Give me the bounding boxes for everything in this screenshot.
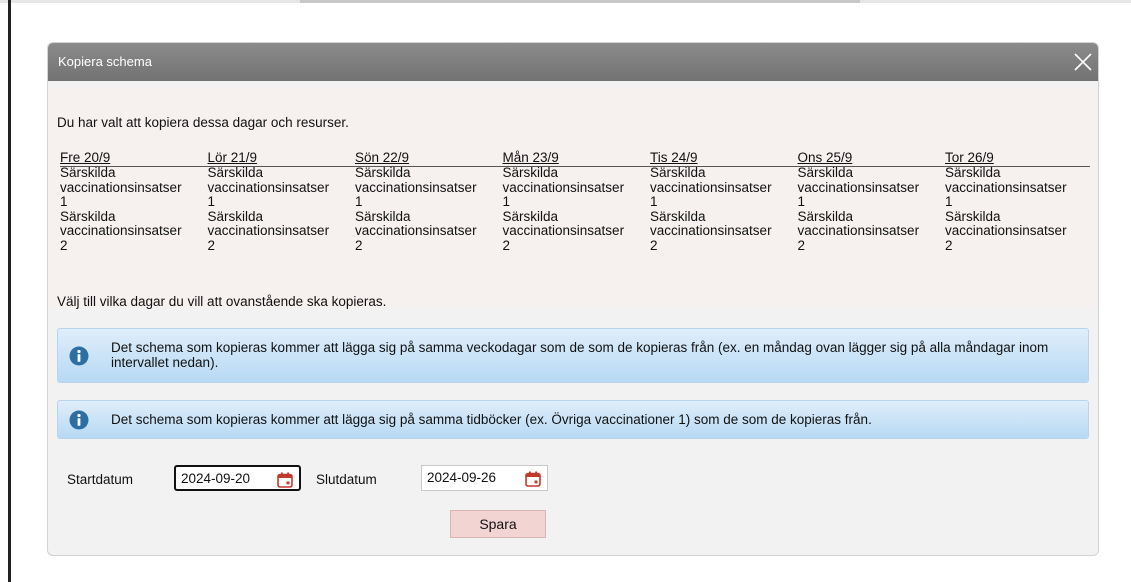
resource-line: vaccinationsinsatser	[797, 223, 920, 238]
day-header: Ons 25/9	[797, 150, 853, 165]
resource-entry: Särskilda vaccinationsinsatser 1	[945, 165, 1093, 210]
resource-line: vaccinationsinsatser	[945, 223, 1067, 238]
day-column: Lör 21/9 Särskilda vaccinationsinsatser 1 Sä…	[208, 149, 356, 253]
day-column: Sön 22/9 Särskilda vaccinationsinsatser 1 Sä…	[355, 149, 503, 253]
day-header: Sön 22/9	[355, 150, 410, 165]
end-date-value: 2024-09-26	[427, 470, 497, 485]
day-header: Tis 24/9	[650, 150, 698, 165]
resource-entry: Särskilda vaccinationsinsatser 2	[650, 208, 798, 254]
resource-line: vaccinationsinsatser	[650, 223, 772, 238]
resource-line: 2	[207, 237, 216, 253]
window-left-border	[8, 0, 11, 582]
day-header: Mån 23/9	[502, 150, 559, 165]
resource-line: vaccinationsinsatser	[502, 223, 625, 238]
resource-line: Särskilda	[797, 208, 854, 224]
resource-line: Särskilda	[60, 165, 116, 180]
resource-entry: Särskilda vaccinationsinsatser 1	[650, 165, 798, 210]
date-range-row: Startdatum 2024-09-20 Slutdatum 2024-09-…	[48, 465, 1098, 495]
resource-entry: Särskilda vaccinationsinsatser 2	[945, 208, 1093, 254]
close-icon[interactable]	[1070, 49, 1096, 75]
resource-line: vaccinationsinsatser	[650, 179, 772, 195]
day-column: Mån 23/9 Särskilda vaccinationsinsatser 1 Sä…	[503, 149, 651, 253]
resource-entry: Särskilda vaccinationsinsatser 1	[60, 165, 208, 210]
resource-line: 1	[60, 194, 68, 209]
resource-line: Särskilda	[355, 165, 411, 180]
resource-line: 1	[355, 194, 363, 209]
end-date-input[interactable]: 2024-09-26	[421, 465, 548, 491]
dialog-title: Kopiera schema	[58, 54, 152, 69]
resource-entry: Särskilda vaccinationsinsatser 2	[207, 208, 356, 254]
resource-line: 1	[502, 194, 511, 209]
resource-line: 1	[797, 194, 806, 209]
resource-line: Särskilda	[797, 165, 854, 180]
info-box-timebooks: Det schema som kopieras kommer att lägga…	[57, 400, 1089, 439]
resource-line: Särskilda	[60, 208, 116, 224]
resource-line: 2	[650, 237, 658, 253]
start-date-input[interactable]: 2024-09-20	[174, 465, 301, 491]
resource-line: vaccinationsinsatser	[60, 223, 182, 238]
resource-line: vaccinationsinsatser	[945, 179, 1067, 195]
info-box-weekdays: Det schema som kopieras kommer att lägga…	[57, 328, 1089, 383]
intro-text: Du har valt att kopiera dessa dagar och …	[57, 115, 349, 130]
resource-entry: Särskilda vaccinationsinsatser 2	[502, 208, 651, 254]
resource-entry: Särskilda vaccinationsinsatser 2	[797, 208, 946, 254]
end-date-label: Slutdatum	[316, 472, 377, 487]
resource-line: Särskilda	[502, 208, 559, 224]
resource-line: Särskilda	[207, 165, 264, 180]
top-edge	[0, 0, 1131, 3]
day-header: Lör 21/9	[207, 150, 258, 165]
resource-line: 2	[502, 237, 511, 253]
resource-entry: Särskilda vaccinationsinsatser 1	[207, 165, 356, 210]
resource-line: vaccinationsinsatser	[60, 179, 182, 195]
info-text-timebooks: Det schema som kopieras kommer att lägga…	[111, 412, 872, 427]
resource-line: Särskilda	[650, 208, 706, 224]
resource-line: 1	[945, 194, 953, 209]
resource-line: vaccinationsinsatser	[797, 179, 920, 195]
info-text-weekdays: Det schema som kopieras kommer att lägga…	[111, 340, 1049, 370]
info-icon	[69, 346, 89, 365]
dialog-title-bar: Kopiera schema	[48, 43, 1098, 81]
resource-line: Särskilda	[207, 208, 264, 224]
day-column: Tor 26/9 Särskilda vaccinationsinsatser 1 Sä…	[945, 149, 1093, 253]
resource-line: Särskilda	[945, 165, 1001, 180]
resource-entry: Särskilda vaccinationsinsatser 2	[355, 208, 503, 254]
resource-line: 2	[797, 237, 806, 253]
resource-entry: Särskilda vaccinationsinsatser 2	[60, 208, 208, 254]
resource-line: vaccinationsinsatser	[355, 179, 477, 195]
calendar-icon[interactable]	[525, 471, 541, 487]
resource-entry: Särskilda vaccinationsinsatser 1	[355, 165, 503, 210]
resource-line: vaccinationsinsatser	[207, 179, 330, 195]
resource-entry: Särskilda vaccinationsinsatser 1	[502, 165, 651, 210]
day-column: Fre 20/9 Särskilda vaccinationsinsatser 1 Sä…	[60, 149, 208, 253]
info-icon	[69, 410, 89, 429]
day-header: Tor 26/9	[945, 150, 994, 165]
resource-line: 1	[207, 194, 216, 209]
resource-line: 2	[945, 237, 953, 253]
resource-line: Särskilda	[945, 208, 1001, 224]
start-date-value: 2024-09-20	[181, 471, 251, 486]
start-date-label: Startdatum	[67, 472, 134, 487]
day-column: Tis 24/9 Särskilda vaccinationsinsatser 1 Sä…	[650, 149, 798, 253]
resource-line: Särskilda	[355, 208, 411, 224]
resource-entry: Särskilda vaccinationsinsatser 1	[797, 165, 946, 210]
save-button[interactable]: Spara	[450, 510, 546, 538]
day-column: Ons 25/9 Särskilda vaccinationsinsatser 1 Sä…	[798, 149, 946, 253]
resource-line: 2	[60, 237, 68, 253]
calendar-icon[interactable]	[277, 472, 293, 488]
resource-line: 2	[355, 237, 363, 253]
day-header: Fre 20/9	[60, 150, 111, 165]
resource-line: vaccinationsinsatser	[207, 223, 330, 238]
resource-line: 1	[650, 194, 658, 209]
resource-line: vaccinationsinsatser	[355, 223, 477, 238]
copy-schedule-dialog: Kopiera schema Du har valt att kopiera d…	[47, 42, 1099, 556]
resource-line: vaccinationsinsatser	[502, 179, 625, 195]
resource-line: Särskilda	[502, 165, 559, 180]
choose-days-text: Välj till vilka dagar du vill att ovanst…	[57, 294, 387, 309]
resource-line: Särskilda	[650, 165, 706, 180]
